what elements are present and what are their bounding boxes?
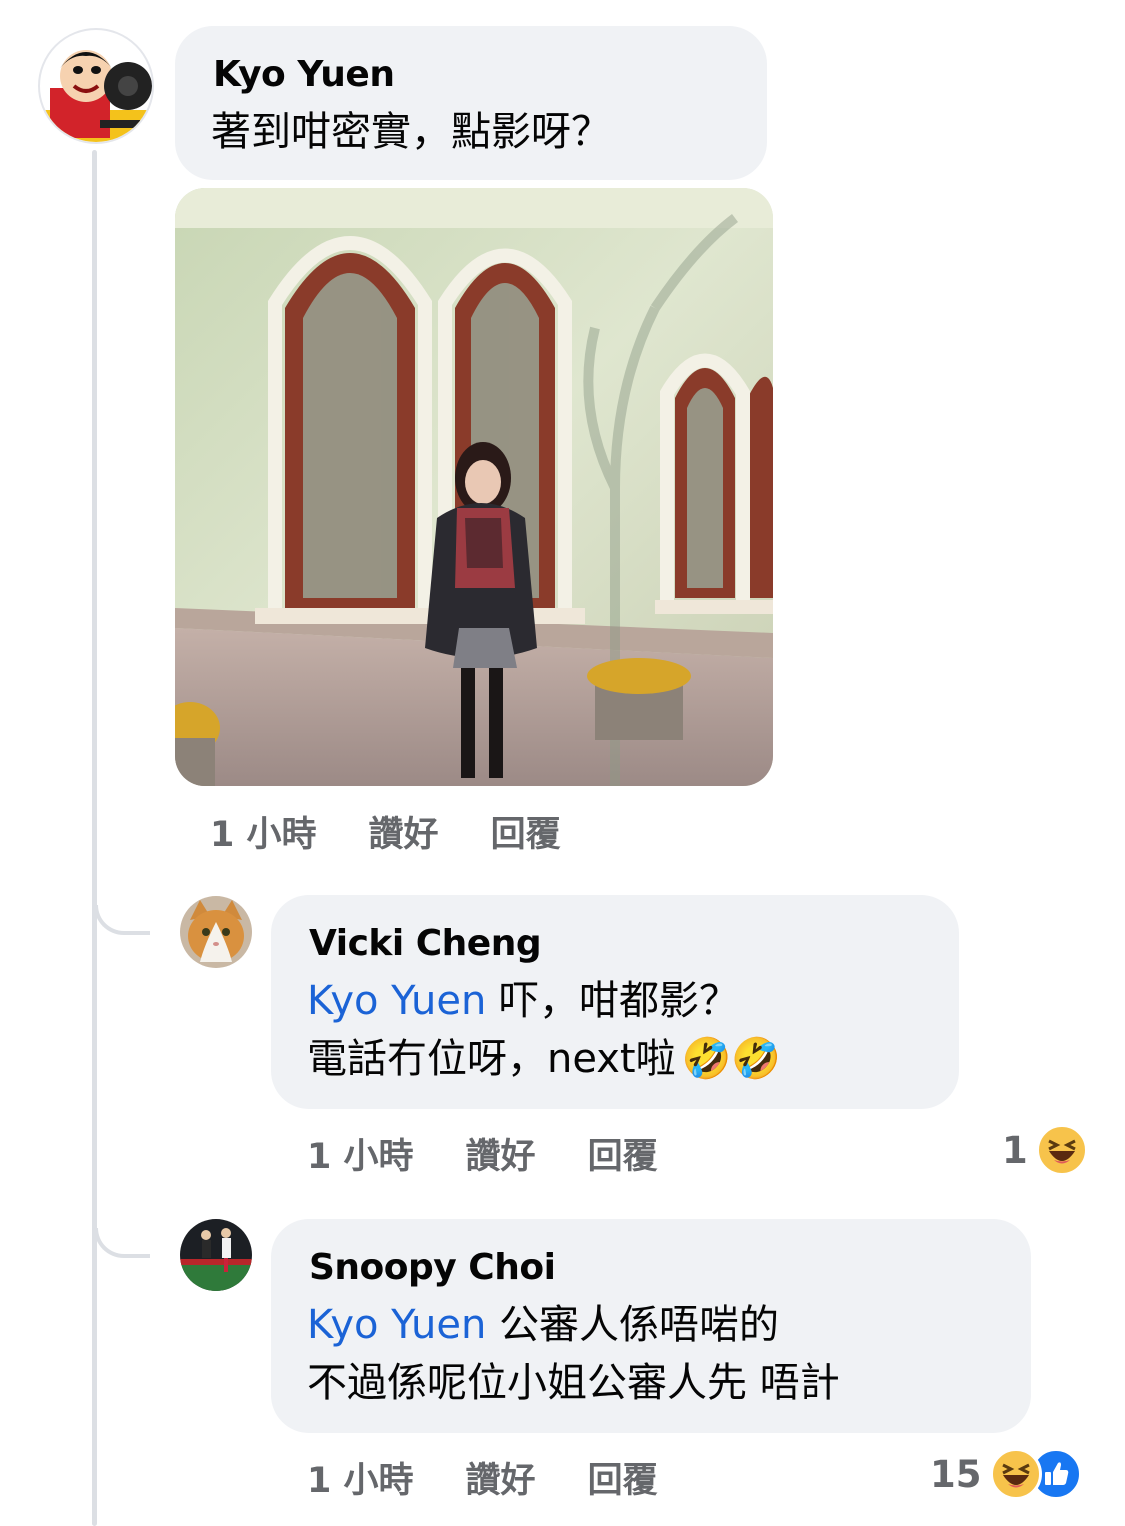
cat-avatar-icon xyxy=(180,896,252,968)
avatar[interactable] xyxy=(38,28,154,144)
reaction-count: 15 xyxy=(930,1452,982,1496)
comment-line: 公審人係唔啱的 xyxy=(499,1302,780,1348)
comment-text: 電話冇位呀，next啦 🤣🤣 xyxy=(307,1031,781,1087)
comment-bubble[interactable]: Kyo Yuen 著到咁密實，點影呀？ xyxy=(175,26,767,180)
comment-bubble[interactable]: Vicki Cheng Kyo Yuen 吓，咁都影？ 電話冇位呀，next啦 🤣… xyxy=(271,895,959,1109)
reaction-summary[interactable]: 1 xyxy=(1002,1124,1088,1176)
comment-text: Kyo Yuen 公審人係唔啱的 xyxy=(307,1297,779,1353)
comment-actions: 1 小時 讚好 回覆 xyxy=(210,806,613,857)
reply-button[interactable]: 回覆 xyxy=(588,1461,658,1501)
building-photo-image xyxy=(175,188,773,786)
reply-button[interactable]: 回覆 xyxy=(588,1137,658,1177)
avatar[interactable] xyxy=(180,896,252,968)
rofl-emoji-icon: 🤣🤣 xyxy=(681,1036,782,1082)
comment-author[interactable]: Kyo Yuen xyxy=(213,54,395,96)
comment-text: 著到咁密實，點影呀？ xyxy=(211,109,611,155)
comment-bubble[interactable]: Snoopy Choi Kyo Yuen 公審人係唔啱的 不過係呢位小姐公審人先… xyxy=(271,1219,1031,1433)
haha-icon xyxy=(989,1448,1042,1500)
like-button[interactable]: 讚好 xyxy=(369,815,439,855)
reply-connector xyxy=(94,905,150,935)
cartoon-avatar-icon xyxy=(40,50,152,142)
avatar[interactable] xyxy=(180,1219,252,1291)
comment-time[interactable]: 1 小時 xyxy=(307,1461,414,1501)
haha-icon xyxy=(1035,1124,1088,1176)
like-button[interactable]: 讚好 xyxy=(466,1461,536,1501)
comment-line: 吓，咁都影？ xyxy=(499,978,740,1024)
soccer-avatar-icon xyxy=(180,1219,252,1291)
comment-author[interactable]: Snoopy Choi xyxy=(309,1247,556,1289)
comment-time[interactable]: 1 小時 xyxy=(307,1137,414,1177)
mention-link[interactable]: Kyo Yuen xyxy=(307,1302,486,1348)
comment-actions: 1 小時 讚好 回覆 xyxy=(307,1452,710,1503)
reply-connector xyxy=(94,1228,150,1258)
reaction-summary[interactable]: 15 xyxy=(930,1448,1082,1500)
comment-line: 電話冇位呀，next啦 xyxy=(307,1036,676,1082)
comment-author[interactable]: Vicki Cheng xyxy=(309,923,542,965)
reply-button[interactable]: 回覆 xyxy=(491,815,561,855)
thread-line xyxy=(92,150,97,1526)
mention-link[interactable]: Kyo Yuen xyxy=(307,978,486,1024)
comment-time[interactable]: 1 小時 xyxy=(210,815,317,855)
like-button[interactable]: 讚好 xyxy=(466,1137,536,1177)
reaction-count: 1 xyxy=(1002,1128,1028,1172)
comment-actions: 1 小時 讚好 回覆 xyxy=(307,1128,710,1179)
comment-photo[interactable] xyxy=(175,188,773,786)
comment-text: Kyo Yuen 吓，咁都影？ xyxy=(307,973,739,1029)
comment-text: 不過係呢位小姐公審人先 唔計 xyxy=(307,1360,840,1406)
